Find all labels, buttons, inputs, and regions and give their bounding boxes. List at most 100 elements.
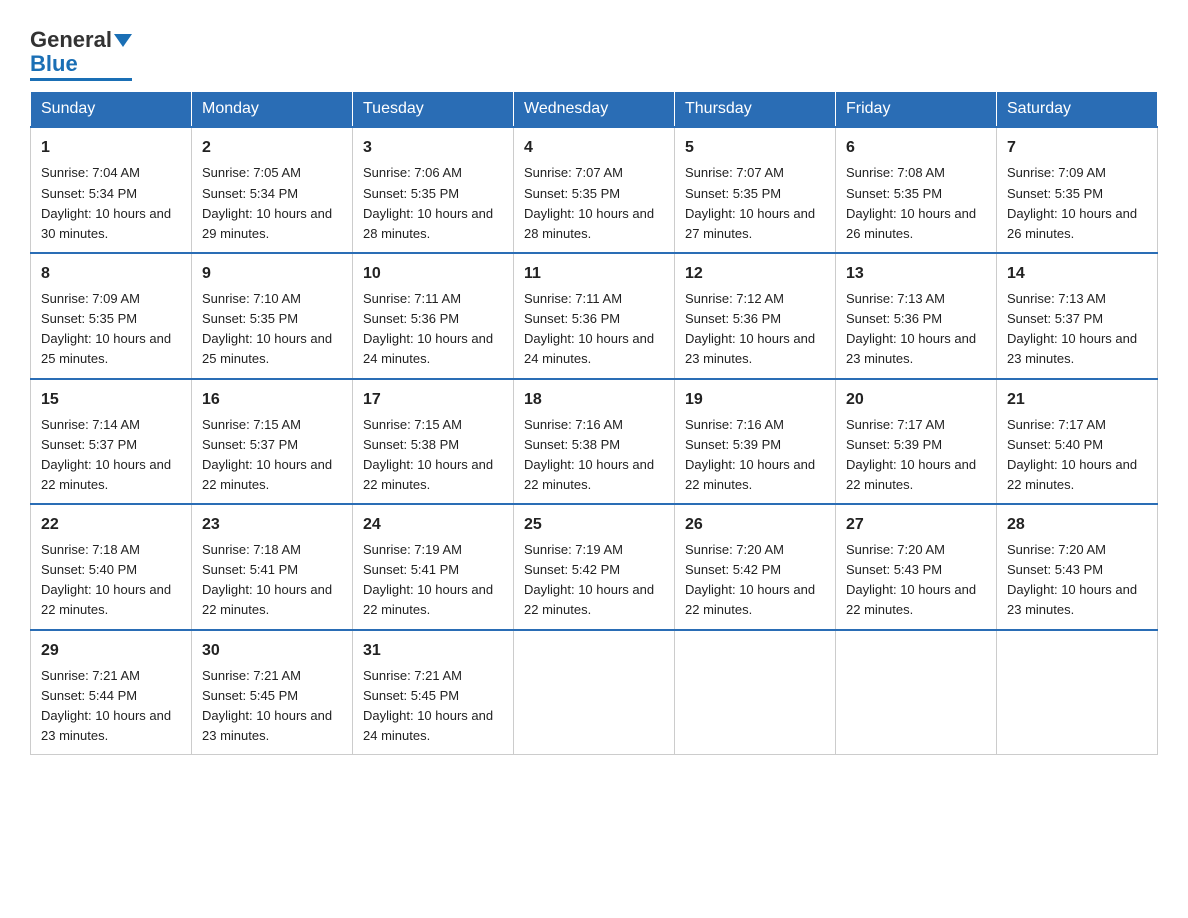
day-info: Sunrise: 7:12 AMSunset: 5:36 PMDaylight:… xyxy=(685,289,825,370)
day-number: 26 xyxy=(685,513,825,537)
day-info: Sunrise: 7:06 AMSunset: 5:35 PMDaylight:… xyxy=(363,163,503,244)
day-number: 27 xyxy=(846,513,986,537)
calendar-cell: 6 Sunrise: 7:08 AMSunset: 5:35 PMDaylight… xyxy=(836,127,997,253)
day-info: Sunrise: 7:11 AMSunset: 5:36 PMDaylight:… xyxy=(524,289,664,370)
logo-text-blue: Blue xyxy=(30,52,78,76)
day-info: Sunrise: 7:17 AMSunset: 5:40 PMDaylight:… xyxy=(1007,415,1147,496)
calendar-cell: 19 Sunrise: 7:16 AMSunset: 5:39 PMDayligh… xyxy=(675,379,836,505)
day-number: 19 xyxy=(685,388,825,412)
calendar-cell: 21 Sunrise: 7:17 AMSunset: 5:40 PMDayligh… xyxy=(997,379,1158,505)
day-info: Sunrise: 7:18 AMSunset: 5:41 PMDaylight:… xyxy=(202,540,342,621)
calendar-cell: 30 Sunrise: 7:21 AMSunset: 5:45 PMDayligh… xyxy=(192,630,353,755)
day-info: Sunrise: 7:10 AMSunset: 5:35 PMDaylight:… xyxy=(202,289,342,370)
day-number: 17 xyxy=(363,388,503,412)
day-number: 23 xyxy=(202,513,342,537)
day-number: 8 xyxy=(41,262,181,286)
day-info: Sunrise: 7:17 AMSunset: 5:39 PMDaylight:… xyxy=(846,415,986,496)
weekday-header-saturday: Saturday xyxy=(997,92,1158,128)
day-number: 22 xyxy=(41,513,181,537)
day-info: Sunrise: 7:15 AMSunset: 5:38 PMDaylight:… xyxy=(363,415,503,496)
day-info: Sunrise: 7:07 AMSunset: 5:35 PMDaylight:… xyxy=(524,163,664,244)
day-info: Sunrise: 7:16 AMSunset: 5:39 PMDaylight:… xyxy=(685,415,825,496)
calendar-cell xyxy=(514,630,675,755)
calendar-cell: 23 Sunrise: 7:18 AMSunset: 5:41 PMDayligh… xyxy=(192,504,353,630)
calendar-cell: 9Sunrise: 7:10 AMSunset: 5:35 PMDaylight… xyxy=(192,253,353,379)
calendar-week-row: 15 Sunrise: 7:14 AMSunset: 5:37 PMDayligh… xyxy=(31,379,1158,505)
calendar-week-row: 29Sunrise: 7:21 AMSunset: 5:44 PMDayligh… xyxy=(31,630,1158,755)
day-number: 6 xyxy=(846,136,986,160)
calendar-cell: 27 Sunrise: 7:20 AMSunset: 5:43 PMDayligh… xyxy=(836,504,997,630)
day-info: Sunrise: 7:21 AMSunset: 5:45 PMDaylight:… xyxy=(363,666,503,747)
day-number: 4 xyxy=(524,136,664,160)
day-info: Sunrise: 7:04 AMSunset: 5:34 PMDaylight:… xyxy=(41,163,181,244)
calendar-cell: 5Sunrise: 7:07 AMSunset: 5:35 PMDaylight… xyxy=(675,127,836,253)
calendar-cell: 13 Sunrise: 7:13 AMSunset: 5:36 PMDayligh… xyxy=(836,253,997,379)
day-number: 12 xyxy=(685,262,825,286)
day-number: 10 xyxy=(363,262,503,286)
calendar-cell: 24 Sunrise: 7:19 AMSunset: 5:41 PMDayligh… xyxy=(353,504,514,630)
day-info: Sunrise: 7:19 AMSunset: 5:41 PMDaylight:… xyxy=(363,540,503,621)
day-number: 2 xyxy=(202,136,342,160)
day-number: 13 xyxy=(846,262,986,286)
day-info: Sunrise: 7:15 AMSunset: 5:37 PMDaylight:… xyxy=(202,415,342,496)
calendar-cell: 8 Sunrise: 7:09 AMSunset: 5:35 PMDaylight… xyxy=(31,253,192,379)
calendar-cell: 11 Sunrise: 7:11 AMSunset: 5:36 PMDayligh… xyxy=(514,253,675,379)
weekday-header-wednesday: Wednesday xyxy=(514,92,675,128)
calendar-cell: 1 Sunrise: 7:04 AMSunset: 5:34 PMDaylight… xyxy=(31,127,192,253)
day-number: 3 xyxy=(363,136,503,160)
calendar-cell: 22Sunrise: 7:18 AMSunset: 5:40 PMDayligh… xyxy=(31,504,192,630)
day-number: 28 xyxy=(1007,513,1147,537)
day-number: 21 xyxy=(1007,388,1147,412)
calendar-cell: 25Sunrise: 7:19 AMSunset: 5:42 PMDayligh… xyxy=(514,504,675,630)
day-number: 18 xyxy=(524,388,664,412)
calendar-week-row: 8 Sunrise: 7:09 AMSunset: 5:35 PMDaylight… xyxy=(31,253,1158,379)
calendar-cell: 16 Sunrise: 7:15 AMSunset: 5:37 PMDayligh… xyxy=(192,379,353,505)
calendar-table: SundayMondayTuesdayWednesdayThursdayFrid… xyxy=(30,91,1158,755)
day-number: 24 xyxy=(363,513,503,537)
day-info: Sunrise: 7:07 AMSunset: 5:35 PMDaylight:… xyxy=(685,163,825,244)
calendar-cell xyxy=(675,630,836,755)
calendar-cell: 15 Sunrise: 7:14 AMSunset: 5:37 PMDayligh… xyxy=(31,379,192,505)
logo-text-general: General xyxy=(30,28,112,52)
logo: General Blue xyxy=(30,28,132,81)
calendar-week-row: 22Sunrise: 7:18 AMSunset: 5:40 PMDayligh… xyxy=(31,504,1158,630)
day-info: Sunrise: 7:20 AMSunset: 5:43 PMDaylight:… xyxy=(846,540,986,621)
day-info: Sunrise: 7:16 AMSunset: 5:38 PMDaylight:… xyxy=(524,415,664,496)
weekday-header-thursday: Thursday xyxy=(675,92,836,128)
calendar-cell: 2 Sunrise: 7:05 AMSunset: 5:34 PMDaylight… xyxy=(192,127,353,253)
day-info: Sunrise: 7:20 AMSunset: 5:42 PMDaylight:… xyxy=(685,540,825,621)
day-number: 30 xyxy=(202,639,342,663)
day-info: Sunrise: 7:14 AMSunset: 5:37 PMDaylight:… xyxy=(41,415,181,496)
day-info: Sunrise: 7:05 AMSunset: 5:34 PMDaylight:… xyxy=(202,163,342,244)
calendar-cell: 3 Sunrise: 7:06 AMSunset: 5:35 PMDaylight… xyxy=(353,127,514,253)
day-info: Sunrise: 7:09 AMSunset: 5:35 PMDaylight:… xyxy=(41,289,181,370)
weekday-header-tuesday: Tuesday xyxy=(353,92,514,128)
day-info: Sunrise: 7:13 AMSunset: 5:36 PMDaylight:… xyxy=(846,289,986,370)
day-info: Sunrise: 7:13 AMSunset: 5:37 PMDaylight:… xyxy=(1007,289,1147,370)
day-number: 16 xyxy=(202,388,342,412)
weekday-header-monday: Monday xyxy=(192,92,353,128)
calendar-week-row: 1 Sunrise: 7:04 AMSunset: 5:34 PMDaylight… xyxy=(31,127,1158,253)
page-header: General Blue xyxy=(30,20,1158,81)
day-number: 1 xyxy=(41,136,181,160)
day-info: Sunrise: 7:21 AMSunset: 5:45 PMDaylight:… xyxy=(202,666,342,747)
day-number: 7 xyxy=(1007,136,1147,160)
calendar-cell: 20Sunrise: 7:17 AMSunset: 5:39 PMDayligh… xyxy=(836,379,997,505)
calendar-cell: 14 Sunrise: 7:13 AMSunset: 5:37 PMDayligh… xyxy=(997,253,1158,379)
calendar-cell: 17 Sunrise: 7:15 AMSunset: 5:38 PMDayligh… xyxy=(353,379,514,505)
day-number: 11 xyxy=(524,262,664,286)
calendar-cell: 28Sunrise: 7:20 AMSunset: 5:43 PMDayligh… xyxy=(997,504,1158,630)
calendar-cell: 26 Sunrise: 7:20 AMSunset: 5:42 PMDayligh… xyxy=(675,504,836,630)
calendar-cell: 12 Sunrise: 7:12 AMSunset: 5:36 PMDayligh… xyxy=(675,253,836,379)
calendar-cell: 29Sunrise: 7:21 AMSunset: 5:44 PMDayligh… xyxy=(31,630,192,755)
day-info: Sunrise: 7:08 AMSunset: 5:35 PMDaylight:… xyxy=(846,163,986,244)
day-number: 15 xyxy=(41,388,181,412)
calendar-cell xyxy=(836,630,997,755)
calendar-cell: 10 Sunrise: 7:11 AMSunset: 5:36 PMDayligh… xyxy=(353,253,514,379)
day-number: 14 xyxy=(1007,262,1147,286)
weekday-header-sunday: Sunday xyxy=(31,92,192,128)
logo-underline xyxy=(30,78,132,81)
day-number: 31 xyxy=(363,639,503,663)
calendar-cell: 18 Sunrise: 7:16 AMSunset: 5:38 PMDayligh… xyxy=(514,379,675,505)
day-info: Sunrise: 7:11 AMSunset: 5:36 PMDaylight:… xyxy=(363,289,503,370)
